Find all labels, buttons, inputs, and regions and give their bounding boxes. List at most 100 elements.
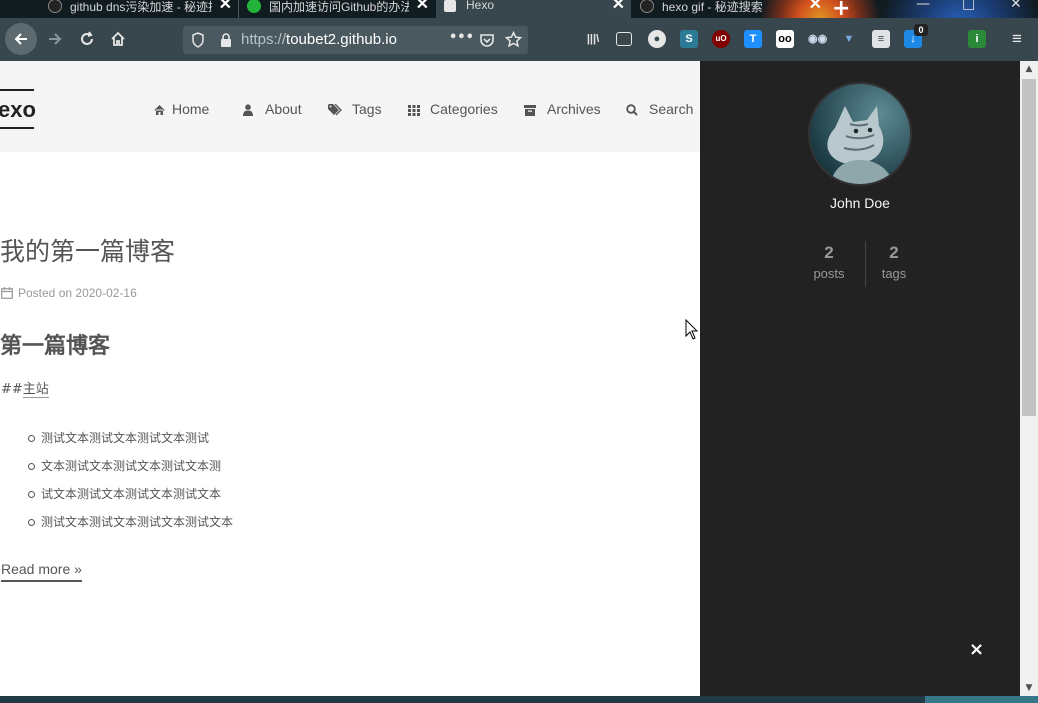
- wechat-favicon-icon: [247, 0, 261, 13]
- url-protocol: https://: [241, 31, 287, 48]
- site-brand[interactable]: exo: [0, 89, 36, 129]
- scrollbar-thumb[interactable]: [1022, 79, 1036, 416]
- cat-avatar-image: [810, 84, 910, 184]
- nav-toolbar: https://toubet2.github.io ••• |||\ ● S u…: [0, 18, 1038, 61]
- info-extension-icon[interactable]: i: [968, 30, 986, 48]
- menu-item-search[interactable]: Search: [626, 101, 693, 117]
- posts-stat[interactable]: 2 posts: [794, 243, 864, 281]
- forward-button[interactable]: [40, 24, 70, 54]
- url-bar[interactable]: https://toubet2.github.io •••: [183, 26, 528, 54]
- menu-label: Tags: [352, 101, 382, 117]
- menu-item-about[interactable]: About: [243, 101, 302, 117]
- posts-label: posts: [813, 266, 845, 281]
- menu-item-home[interactable]: Home: [153, 101, 209, 117]
- posts-count: 2: [824, 243, 834, 262]
- mouse-cursor-icon: [685, 319, 699, 340]
- maximize-icon[interactable]: □: [962, 0, 975, 12]
- reload-icon: [81, 31, 93, 45]
- tags-stat[interactable]: 2 tags: [859, 243, 929, 281]
- extension-badge: 0: [914, 24, 928, 36]
- window-close-icon[interactable]: ✕: [1010, 0, 1022, 12]
- menu-label: Archives: [547, 101, 601, 117]
- back-button[interactable]: [5, 23, 37, 55]
- tab-hexo[interactable]: Hexo ✕: [436, 0, 631, 18]
- menu-item-tags[interactable]: Tags: [328, 101, 382, 117]
- author-avatar[interactable]: [808, 82, 912, 186]
- tab-title: github dns污染加速 - 秘迹搜索: [70, 0, 212, 14]
- hexo-favicon-icon: [444, 0, 456, 12]
- tab-hexo-gif[interactable]: hexo gif - 秘迹搜索 ✕: [632, 0, 828, 18]
- tampermonkey-icon[interactable]: oo: [776, 30, 794, 48]
- taskbar-accent: [925, 696, 1038, 703]
- url-host: toubet2.github.io: [286, 31, 397, 48]
- minimize-icon[interactable]: —: [916, 0, 930, 12]
- markdown-hashes: ##: [1, 382, 23, 397]
- list-item: 测试文本测试文本测试文本测试文本: [28, 512, 233, 540]
- th-icon: [408, 105, 420, 116]
- tab-title: 国内加速访问Github的办法，超级简单: [269, 0, 409, 14]
- notes-extension-icon[interactable]: ≡: [872, 30, 890, 48]
- search-favicon-icon: [48, 0, 62, 13]
- post-heading: 第一篇博客: [0, 334, 111, 359]
- reader-view-icon[interactable]: [616, 32, 632, 46]
- post-paragraph: ##主站: [1, 378, 49, 398]
- tab-github-speedup[interactable]: 国内加速访问Github的办法，超级简单 ✕: [239, 0, 435, 18]
- diamond-extension-icon[interactable]: ▼: [840, 30, 858, 48]
- bookmark-star-icon[interactable]: [505, 31, 522, 48]
- list-item: 试文本测试文本测试文本测试文本: [28, 484, 233, 512]
- menu-label: Home: [172, 101, 210, 117]
- new-tab-button[interactable]: +: [832, 0, 850, 18]
- pocket-icon[interactable]: [479, 32, 495, 48]
- post-meta: Posted on 2020-02-16: [1, 286, 137, 300]
- arrow-left-icon: [14, 33, 27, 45]
- archive-icon: [524, 105, 536, 116]
- tags-icon: [328, 103, 342, 116]
- url-text[interactable]: https://toubet2.github.io: [241, 31, 397, 48]
- screen: github dns污染加速 - 秘迹搜索 ✕ 国内加速访问Github的办法，…: [0, 0, 1038, 703]
- home-icon: [154, 105, 165, 115]
- post-title[interactable]: 我的第一篇博客: [0, 232, 175, 268]
- shield-icon[interactable]: [191, 32, 205, 48]
- sidebar-close-button[interactable]: ×: [969, 639, 984, 660]
- account-icon[interactable]: ●: [648, 30, 666, 48]
- scroll-up-arrow-icon[interactable]: ▲: [1020, 61, 1038, 77]
- tags-count: 2: [889, 243, 899, 262]
- lock-icon[interactable]: [219, 32, 233, 48]
- scroll-down-arrow-icon[interactable]: ▼: [1020, 680, 1038, 696]
- extension-s-icon[interactable]: S: [680, 30, 698, 48]
- list-item: 文本测试文本测试文本测试文本测: [28, 456, 233, 484]
- main-site-link[interactable]: 主站: [22, 382, 49, 398]
- taskbar-edge: [0, 696, 1038, 703]
- user-icon: [243, 104, 253, 116]
- tab-title: hexo gif - 秘迹搜索: [662, 0, 763, 14]
- close-icon[interactable]: ✕: [809, 0, 822, 14]
- library-icon[interactable]: |||\: [584, 30, 602, 48]
- calendar-icon: [1, 287, 13, 299]
- web-page: exo Home About Tags Categories Archives …: [0, 61, 700, 696]
- home-icon: [111, 31, 125, 46]
- arrow-right-icon: [49, 33, 62, 45]
- site-header: exo Home About Tags Categories Archives …: [0, 61, 700, 152]
- close-icon[interactable]: ✕: [612, 0, 625, 14]
- menu-item-archives[interactable]: Archives: [524, 101, 601, 117]
- sidebar: John Doe 2 posts 2 tags ×: [700, 61, 1020, 696]
- reload-button[interactable]: [72, 24, 102, 54]
- read-more-button[interactable]: Read more »: [1, 561, 82, 582]
- page-scrollbar[interactable]: ▲ ▼: [1020, 61, 1038, 696]
- home-button[interactable]: [103, 24, 133, 54]
- menu-label: Categories: [430, 101, 498, 117]
- search-favicon-icon: [640, 0, 654, 13]
- ublock-icon[interactable]: uO: [712, 30, 730, 48]
- close-icon[interactable]: ✕: [416, 0, 429, 14]
- menu-item-categories[interactable]: Categories: [408, 101, 498, 117]
- menu-label: About: [265, 101, 302, 117]
- tab-github-dns[interactable]: github dns污染加速 - 秘迹搜索 ✕: [40, 0, 238, 18]
- hamburger-menu-icon[interactable]: ≡: [1008, 30, 1026, 48]
- page-actions-button[interactable]: •••: [449, 30, 474, 45]
- close-icon[interactable]: ✕: [219, 0, 232, 14]
- owl-extension-icon[interactable]: ◉◉: [808, 30, 827, 48]
- translate-icon[interactable]: T: [744, 30, 762, 48]
- menu-label: Search: [649, 101, 694, 117]
- list-item: 测试文本测试文本测试文本测试: [28, 428, 233, 456]
- post-date: 2020-02-16: [75, 286, 137, 300]
